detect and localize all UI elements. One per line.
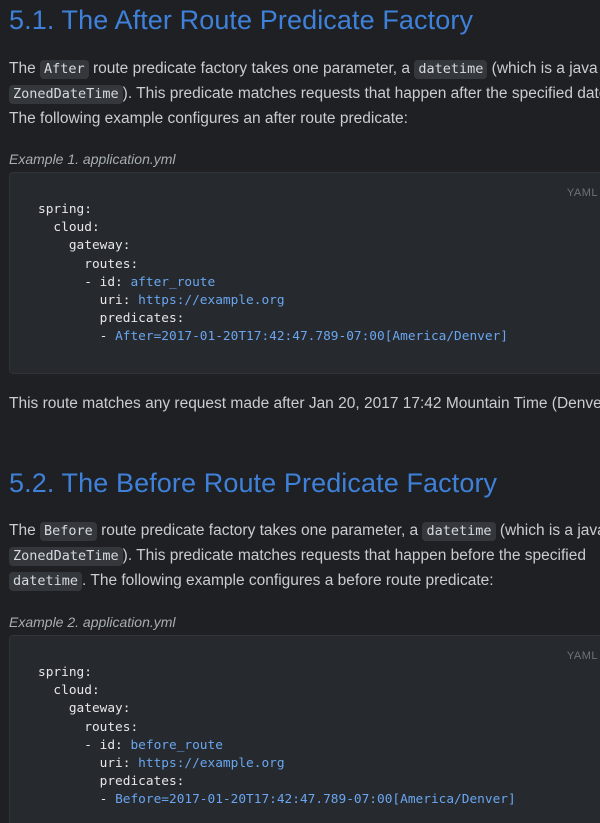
uri-value: https://example.org	[138, 756, 285, 772]
inline-code-zoneddatetime: ZonedDateTime	[9, 547, 123, 566]
section-heading-before[interactable]: 5.2. The Before Route Predicate Factory	[9, 467, 497, 499]
code-language-label: YAML	[566, 187, 598, 199]
route-id-value: before_route	[130, 737, 223, 753]
section-1-description: The After route predicate factory takes …	[9, 60, 600, 127]
inline-code-datetime: datetime	[422, 522, 496, 541]
code-language-label: YAML	[566, 650, 598, 662]
yaml-code: spring: cloud: gateway: routes: - id: be…	[38, 665, 516, 808]
section-heading-after[interactable]: 5.1. The After Route Predicate Factory	[9, 4, 473, 36]
example-caption: Example 1. application.yml	[9, 151, 176, 167]
example-caption: Example 2. application.yml	[9, 614, 176, 630]
uri-value: https://example.org	[138, 293, 285, 309]
code-block-example-2[interactable]: YAML spring: cloud: gateway: routes: - i…	[9, 635, 600, 823]
code-block-example-1[interactable]: YAML spring: cloud: gateway: routes: - i…	[9, 172, 600, 374]
section-2-description: The Before route predicate factory takes…	[9, 522, 600, 591]
inline-code-datetime: datetime	[9, 572, 83, 591]
inline-code-datetime: datetime	[414, 60, 488, 79]
predicate-value: After=2017-01-20T17:42:47.789-07:00[Amer…	[115, 329, 508, 345]
predicate-value: Before=2017-01-20T17:42:47.789-07:00[Ame…	[115, 792, 516, 808]
inline-code-zoneddatetime: ZonedDateTime	[9, 85, 123, 104]
section-1-note: This route matches any request made afte…	[9, 395, 600, 412]
yaml-code: spring: cloud: gateway: routes: - id: af…	[38, 202, 508, 345]
document-page: 5.1. The After Route Predicate Factory T…	[0, 0, 600, 823]
inline-code-after: After	[40, 60, 89, 79]
route-id-value: after_route	[130, 274, 216, 290]
inline-code-before: Before	[40, 522, 97, 541]
